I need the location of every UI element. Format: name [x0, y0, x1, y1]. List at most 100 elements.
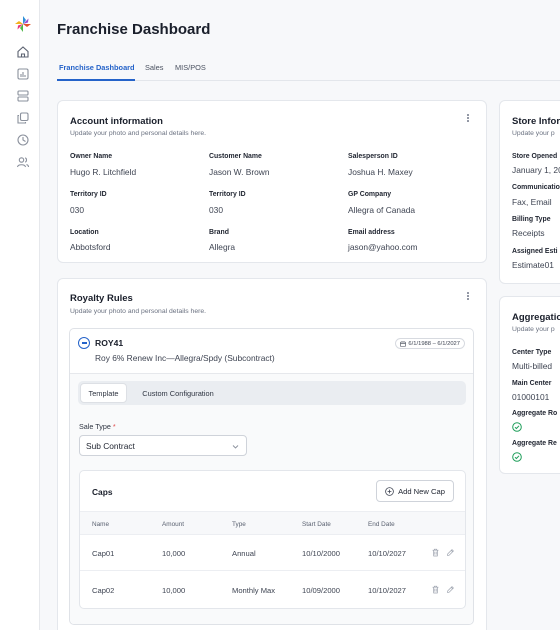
account-card-title: Account information	[70, 116, 163, 127]
cap-end-date-cell: 10/10/2027	[368, 549, 407, 558]
trash-icon[interactable]	[431, 548, 440, 557]
pencil-icon[interactable]	[446, 585, 455, 594]
aggregate-ro-label: Aggregate Ro	[512, 410, 558, 417]
cap-start-date-cell: 10/10/2000	[302, 549, 341, 558]
plus-circle-icon	[385, 486, 394, 496]
aggregate-re-label: Aggregate Re	[512, 440, 557, 447]
billing-type-value: Receipts	[512, 228, 545, 238]
subtab-template[interactable]: Template	[80, 383, 127, 403]
account-more-icon[interactable]	[464, 113, 472, 123]
column-header: Start Date	[302, 521, 331, 528]
communication-value: Fax, Email	[512, 197, 552, 207]
collapse-minus-icon[interactable]	[78, 337, 90, 349]
table-row: Cap01 10,000 Annual 10/10/2000 10/10/202…	[80, 535, 465, 571]
territory-id-label: Territory ID	[70, 191, 107, 198]
communication-label: Communicatio	[512, 184, 560, 191]
store-card-title: Store Infor	[512, 116, 560, 127]
caps-title: Caps	[92, 487, 113, 497]
rule-code: ROY41	[95, 338, 124, 348]
template-segmented-control: Template Custom Configuration	[78, 381, 466, 405]
copy-icon[interactable]	[16, 111, 30, 125]
cap-amount-cell: 10,000	[162, 549, 186, 558]
clock-icon[interactable]	[16, 133, 30, 147]
assigned-estimate-label: Assigned Esti	[512, 248, 558, 255]
main-center-label: Main Center	[512, 380, 552, 387]
royalty-card-subtitle: Update your photo and personal details h…	[70, 308, 207, 315]
caps-table-card: Caps Add New Cap Name Amount Type Start …	[79, 470, 466, 609]
rule-header	[70, 329, 473, 374]
check-circle-icon	[512, 422, 522, 432]
center-type-label: Center Type	[512, 349, 552, 356]
brand-label: Brand	[209, 229, 229, 236]
rule-description: Roy 6% Renew Inc—Allegra/Spdy (Subcontra…	[95, 353, 275, 363]
salesperson-id-label: Salesperson ID	[348, 153, 398, 160]
royalty-card-title: Royalty Rules	[70, 293, 133, 304]
aggregation-card-title: Aggregatio	[512, 312, 560, 323]
cap-start-date-cell: 10/09/2000	[302, 586, 341, 595]
cap-amount-cell: 10,000	[162, 586, 186, 595]
check-circle-icon	[512, 452, 522, 462]
column-header: Type	[232, 521, 246, 528]
store-card-subtitle: Update your p	[512, 130, 555, 137]
trash-icon[interactable]	[431, 585, 440, 594]
location-label: Location	[70, 229, 99, 236]
calendar-icon	[400, 340, 407, 347]
home-icon[interactable]	[16, 45, 30, 59]
subtab-custom-configuration[interactable]: Custom Configuration	[133, 383, 223, 403]
store-information-card: Store Infor Update your p Store Opened J…	[499, 100, 560, 284]
assigned-estimate-value: Estimate01	[512, 260, 554, 270]
store-opened-label: Store Opened	[512, 153, 558, 160]
chevron-down-icon	[232, 445, 239, 449]
billing-type-label: Billing Type	[512, 216, 551, 223]
tab-franchise-dashboard[interactable]: Franchise Dashboard	[59, 63, 135, 72]
owner-name-label: Owner Name	[70, 153, 113, 160]
store-opened-value: January 1, 20	[512, 165, 560, 175]
royalty-rule-panel: ROY41 Roy 6% Renew Inc—Allegra/Spdy (Sub…	[69, 328, 474, 625]
cap-name-cell: Cap01	[92, 549, 115, 558]
territory-id-value: 030	[70, 205, 84, 215]
territory-id-label-2: Territory ID	[209, 191, 246, 198]
aggregation-card: Aggregatio Update your p Center Type Mul…	[499, 296, 560, 474]
caps-table-header: Name Amount Type Start Date End Date	[80, 511, 465, 535]
rule-body: Template Custom Configuration Sale Type …	[70, 374, 473, 624]
account-information-card: Account information Update your photo an…	[57, 100, 487, 263]
salesperson-id-value: Joshua H. Maxey	[348, 167, 413, 177]
add-new-cap-button[interactable]: Add New Cap	[376, 480, 454, 502]
server-icon[interactable]	[16, 89, 30, 103]
customer-name-value: Jason W. Brown	[209, 167, 270, 177]
gp-company-label: GP Company	[348, 191, 392, 198]
users-icon[interactable]	[16, 155, 30, 169]
cap-name-cell: Cap02	[92, 586, 115, 595]
aggregation-card-subtitle: Update your p	[512, 326, 555, 333]
sale-type-select[interactable]: Sub Contract	[79, 435, 247, 456]
gp-company-value: Allegra of Canada	[348, 205, 416, 215]
column-header: End Date	[368, 521, 395, 528]
main-tabs: Franchise Dashboard Sales MIS/POS	[57, 58, 560, 81]
tab-sales[interactable]: Sales	[145, 63, 164, 72]
royalty-more-icon[interactable]	[464, 291, 472, 301]
customer-name-label: Customer Name	[209, 153, 262, 160]
column-header: Name	[92, 521, 110, 528]
owner-name-value: Hugo R. Litchfield	[70, 167, 137, 177]
email-label: Email address	[348, 229, 395, 236]
page-title: Franchise Dashboard	[57, 21, 211, 38]
email-value: jason@yahoo.com	[348, 242, 418, 252]
account-card-subtitle: Update your photo and personal details h…	[70, 130, 207, 137]
sale-type-value: Sub Contract	[86, 440, 135, 451]
sidebar	[0, 0, 40, 630]
active-tab-indicator	[57, 79, 135, 81]
cap-type-cell: Annual	[232, 549, 256, 558]
table-row: Cap02 10,000 Monthly Max 10/09/2000 10/1…	[80, 572, 465, 608]
pencil-icon[interactable]	[446, 548, 455, 557]
bar-chart-icon[interactable]	[16, 67, 30, 81]
location-value: Abbotsford	[70, 242, 111, 252]
territory-id-value-2: 030	[209, 205, 223, 215]
main-center-value: 01000101	[512, 392, 550, 402]
tab-mis-pos[interactable]: MIS/POS	[175, 63, 206, 72]
app-logo-icon[interactable]	[14, 15, 32, 33]
center-type-value: Multi-billed	[512, 361, 553, 371]
cap-type-cell: Monthly Max	[232, 586, 276, 595]
cap-end-date-cell: 10/10/2027	[368, 586, 407, 595]
brand-value: Allegra	[209, 242, 236, 252]
date-range-badge: 6/1/1988 – 6/1/2027	[395, 338, 465, 349]
